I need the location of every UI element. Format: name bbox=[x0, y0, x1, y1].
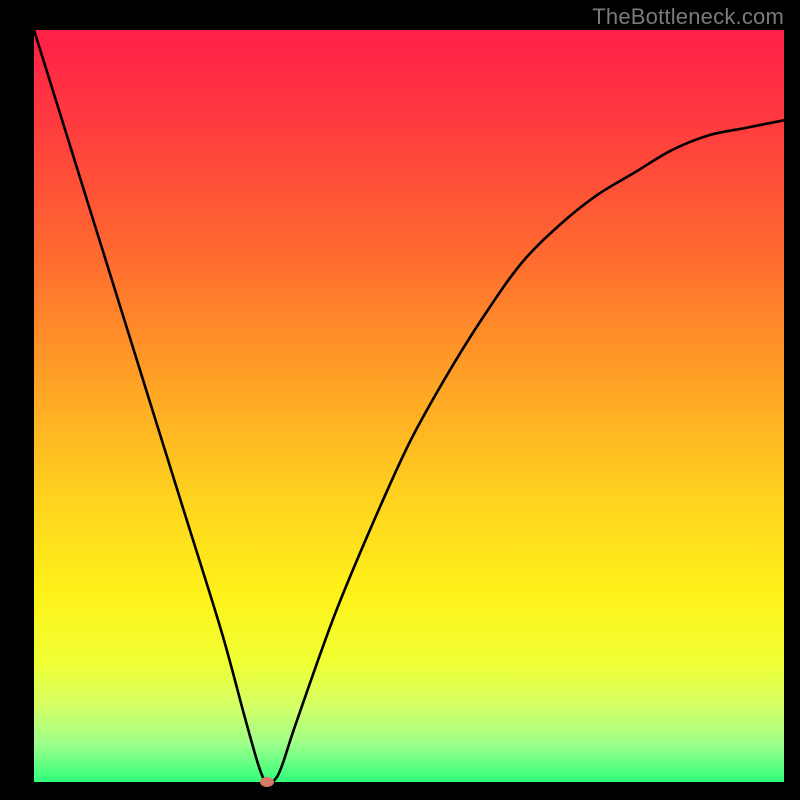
bottleneck-curve bbox=[34, 30, 784, 782]
minimum-marker bbox=[260, 777, 274, 787]
plot-area bbox=[34, 30, 784, 782]
chart-container: TheBottleneck.com bbox=[0, 0, 800, 800]
curve-layer bbox=[34, 30, 784, 782]
watermark-text: TheBottleneck.com bbox=[592, 4, 784, 30]
